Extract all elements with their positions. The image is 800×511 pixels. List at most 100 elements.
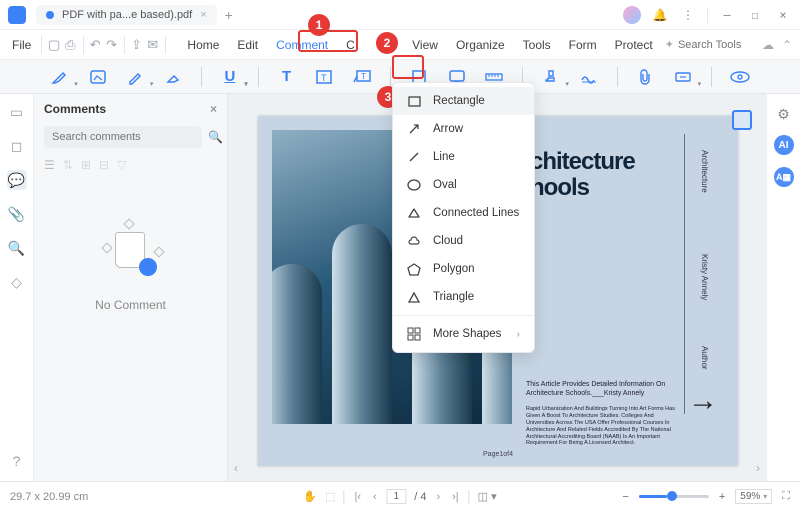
ai-assistant-icon[interactable]: AI xyxy=(774,135,794,155)
shape-connected-lines-item[interactable]: Connected Lines xyxy=(393,199,534,227)
shape-rectangle-item[interactable]: Rectangle xyxy=(393,87,534,115)
comments-title: Comments xyxy=(44,102,106,116)
help-icon[interactable]: ? xyxy=(7,451,27,471)
search-tools-input[interactable] xyxy=(678,39,748,51)
bookmarks-icon[interactable]: ◻ xyxy=(7,136,27,156)
selection-indicator-icon[interactable] xyxy=(732,110,752,130)
svg-text:T: T xyxy=(321,73,327,83)
comments-panel-icon[interactable]: 💬 xyxy=(7,170,27,190)
shape-cloud-item[interactable]: Cloud xyxy=(393,227,534,255)
print-icon[interactable]: ⎙ xyxy=(64,35,76,55)
oval-icon xyxy=(407,178,421,192)
link-tool-icon[interactable]: ▾ xyxy=(673,66,693,88)
page-side-label-3: Author xyxy=(700,346,709,370)
menu-tab-comment[interactable]: Comment xyxy=(268,34,336,56)
menu-tab-form[interactable]: Form xyxy=(561,34,605,56)
cloud-icon[interactable]: ☁ xyxy=(762,38,774,52)
shapes-dropdown-menu: Rectangle Arrow Line Oval Connected Line… xyxy=(392,82,535,353)
thumbnails-icon[interactable]: ▭ xyxy=(7,102,27,122)
filter-collapse-icon[interactable]: ⊟ xyxy=(99,158,109,172)
underline-tool-icon[interactable]: U▾ xyxy=(220,66,240,88)
signature-tool-icon[interactable] xyxy=(579,66,599,88)
tab-close-icon[interactable]: × xyxy=(200,9,206,21)
callout-tool-icon[interactable]: T xyxy=(352,66,372,88)
connected-lines-icon xyxy=(407,206,421,220)
hide-comments-icon[interactable] xyxy=(730,66,750,88)
highlight-tool-icon[interactable]: ▾ xyxy=(50,66,70,88)
text-tool-icon[interactable]: T xyxy=(277,66,297,88)
properties-icon[interactable]: ⚙ xyxy=(777,106,790,123)
filter-funnel-icon[interactable]: ▽ xyxy=(117,158,126,172)
hand-tool-icon[interactable]: ✋ xyxy=(303,490,317,503)
attachments-panel-icon[interactable]: 📎 xyxy=(7,204,27,224)
eraser-tool-icon[interactable] xyxy=(163,66,183,88)
search-icon[interactable]: 🔍 xyxy=(208,126,223,148)
arrow-icon xyxy=(407,122,421,136)
window-maximize-button[interactable]: ☐ xyxy=(746,6,764,24)
share-icon[interactable]: ⇪ xyxy=(130,35,142,55)
menu-tab-home[interactable]: Home xyxy=(179,34,227,56)
page-number-input[interactable]: 1 xyxy=(387,489,407,504)
right-rail: ⚙ AI A▦ xyxy=(766,94,800,481)
theme-icon[interactable] xyxy=(623,6,641,24)
filter-expand-icon[interactable]: ⊞ xyxy=(81,158,91,172)
select-tool-icon[interactable]: ⬚ xyxy=(325,490,335,503)
filter-sort-icon[interactable]: ⇅ xyxy=(63,158,73,172)
add-tab-button[interactable]: + xyxy=(225,7,233,23)
menu-chevron-icon[interactable]: ⌃ xyxy=(782,38,792,52)
canvas-expand-icon[interactable]: › xyxy=(756,461,760,475)
zoom-out-button[interactable]: − xyxy=(622,491,628,503)
window-close-button[interactable]: × xyxy=(774,6,792,24)
textbox-tool-icon[interactable]: T xyxy=(314,66,334,88)
shape-line-item[interactable]: Line xyxy=(393,143,534,171)
mail-icon[interactable]: ✉ xyxy=(147,35,159,55)
zoom-slider[interactable] xyxy=(639,495,709,498)
statusbar: 29.7 x 20.99 cm ✋ ⬚ |‹ ‹ 1 / 4 › ›| ◫ ▾ … xyxy=(0,481,800,511)
stamp-tool-icon[interactable]: ▾ xyxy=(541,66,561,88)
tab-indicator-icon xyxy=(46,11,54,19)
search-panel-icon[interactable]: 🔍 xyxy=(7,238,27,258)
menu-tab-tools[interactable]: Tools xyxy=(515,34,559,56)
document-tab[interactable]: PDF with pa...e based).pdf × xyxy=(36,5,217,25)
zoom-in-button[interactable]: + xyxy=(719,491,725,503)
window-minimize-button[interactable]: — xyxy=(718,6,736,24)
next-page-button[interactable]: › xyxy=(434,491,442,503)
menu-file[interactable]: File xyxy=(8,38,35,52)
menu-tab-view[interactable]: View xyxy=(404,34,446,56)
comments-search-input[interactable] xyxy=(44,126,202,148)
attachment-tool-icon[interactable] xyxy=(636,66,656,88)
first-page-button[interactable]: |‹ xyxy=(352,491,363,503)
tab-title: PDF with pa...e based).pdf xyxy=(62,9,192,21)
more-icon[interactable]: ⋮ xyxy=(679,6,697,24)
area-highlight-tool-icon[interactable] xyxy=(88,66,108,88)
redo-icon[interactable]: ↷ xyxy=(105,35,117,55)
comments-filter-bar: ☰ ⇅ ⊞ ⊟ ▽ xyxy=(44,158,217,172)
pencil-tool-icon[interactable]: ▾ xyxy=(126,66,146,88)
shape-oval-item[interactable]: Oval xyxy=(393,171,534,199)
menu-tab-protect[interactable]: Protect xyxy=(607,34,661,56)
shape-polygon-item[interactable]: Polygon xyxy=(393,255,534,283)
ai-doc-icon[interactable]: A▦ xyxy=(774,167,794,187)
app-logo xyxy=(8,6,26,24)
shape-more-item[interactable]: More Shapes › xyxy=(393,320,534,348)
prev-page-button[interactable]: ‹ xyxy=(371,491,379,503)
undo-icon[interactable]: ↶ xyxy=(89,35,101,55)
menu-tab-edit[interactable]: Edit xyxy=(229,34,266,56)
shape-arrow-item[interactable]: Arrow xyxy=(393,115,534,143)
zoom-value-input[interactable]: 59%▾ xyxy=(735,489,772,504)
filter-list-icon[interactable]: ☰ xyxy=(44,158,55,172)
fit-mode-icon[interactable]: ◫ ▾ xyxy=(478,490,497,503)
comments-empty-state: No Comment xyxy=(44,222,217,473)
titlebar: PDF with pa...e based).pdf × + 🔔 ⋮ — ☐ × xyxy=(0,0,800,30)
menu-tab-organize[interactable]: Organize xyxy=(448,34,513,56)
page-body-text: Rapid Urbanization And Buildings Turning… xyxy=(526,406,682,447)
close-panel-icon[interactable]: × xyxy=(210,102,217,116)
save-icon[interactable]: ▢ xyxy=(48,35,60,55)
canvas-collapse-icon[interactable]: ‹ xyxy=(234,461,238,475)
menu-tab-hidden-left[interactable]: C xyxy=(338,34,363,56)
last-page-button[interactable]: ›| xyxy=(450,491,461,503)
layers-icon[interactable]: ◇ xyxy=(7,272,27,292)
fullscreen-icon[interactable]: ⛶ xyxy=(782,490,790,503)
shape-triangle-item[interactable]: Triangle xyxy=(393,283,534,311)
notification-icon[interactable]: 🔔 xyxy=(651,6,669,24)
